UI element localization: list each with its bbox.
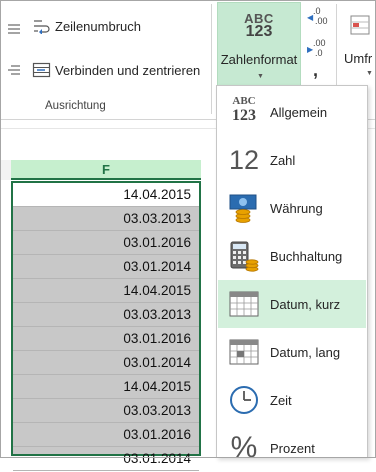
menu-item-label: Währung bbox=[270, 200, 323, 216]
chevron-down-icon: ▼ bbox=[257, 73, 264, 80]
chevron-down-icon: ▼ bbox=[366, 70, 373, 77]
comma-style-button[interactable]: , bbox=[313, 60, 318, 81]
cell-f10[interactable]: 03.03.2013 bbox=[13, 399, 199, 423]
group-separator bbox=[211, 4, 212, 114]
increase-decimal-button[interactable]: .0 .00 ◀ bbox=[307, 6, 329, 30]
arrow-left-icon: ◀ bbox=[307, 13, 314, 22]
menu-item-percent[interactable]: % Prozent bbox=[218, 424, 366, 472]
merge-center-icon bbox=[32, 62, 52, 78]
column-header-e[interactable] bbox=[0, 160, 11, 180]
cell-f3[interactable]: 03.01.2016 bbox=[13, 231, 199, 255]
menu-item-general[interactable]: ABC 123 Allgemein bbox=[218, 88, 366, 136]
number-format-label: Zahlenformat bbox=[220, 52, 298, 67]
selected-range[interactable]: 14.04.2015 03.03.2013 03.01.2016 03.01.2… bbox=[11, 181, 201, 471]
align-right-lines-icon bbox=[6, 63, 22, 82]
calendar-long-icon bbox=[228, 336, 260, 368]
number-12-icon: 12 bbox=[228, 144, 260, 176]
clock-icon bbox=[228, 384, 260, 416]
arrow-right-icon: ▶ bbox=[307, 45, 314, 54]
decrease-decimal-button[interactable]: .00 .0 ▶ bbox=[307, 38, 329, 62]
cell-f7[interactable]: 03.01.2016 bbox=[13, 327, 199, 351]
menu-item-label: Datum, lang bbox=[270, 344, 341, 360]
menu-item-date-long[interactable]: Datum, lang bbox=[218, 328, 366, 376]
menu-item-label: Buchhaltung bbox=[270, 248, 343, 264]
menu-item-time[interactable]: Zeit bbox=[218, 376, 366, 424]
group-label-alignment: Ausrichtung bbox=[45, 100, 106, 112]
number-format-icon-123: 123 bbox=[245, 23, 273, 40]
menu-item-date-short[interactable]: Datum, kurz bbox=[218, 280, 366, 328]
merge-center-label: Verbinden und zentrieren bbox=[55, 62, 201, 78]
percent-icon: % bbox=[228, 432, 260, 464]
number-format-dropdown: ABC 123 Allgemein 12 Zahl Währung Buchha… bbox=[216, 85, 368, 464]
menu-item-number[interactable]: 12 Zahl bbox=[218, 136, 366, 184]
wrap-text-icon bbox=[32, 18, 52, 35]
menu-item-label: Prozent bbox=[270, 440, 315, 456]
align-lines-icon bbox=[6, 22, 22, 41]
menu-item-label: Allgemein bbox=[270, 104, 328, 120]
column-header-f[interactable]: F bbox=[11, 160, 201, 180]
accounting-calculator-icon bbox=[228, 240, 260, 272]
cell-f12[interactable]: 03.01.2014 bbox=[13, 447, 199, 471]
cell-f9[interactable]: 14.04.2015 bbox=[13, 375, 199, 399]
abc-icon-text: ABC bbox=[232, 95, 256, 107]
wrap-text-label: Zeilenumbruch bbox=[55, 18, 141, 34]
num-icon-text: 123 bbox=[232, 107, 256, 124]
currency-icon bbox=[228, 192, 260, 224]
wrap-text-button[interactable]: Zeilenumbruch bbox=[32, 14, 141, 38]
abc-123-icon: ABC 123 bbox=[228, 96, 260, 128]
conditional-format-icon bbox=[349, 14, 371, 36]
percent-icon-text: % bbox=[230, 431, 258, 464]
menu-item-label: Zeit bbox=[270, 392, 292, 408]
cell-f8[interactable]: 03.01.2014 bbox=[13, 351, 199, 375]
cell-f1[interactable]: 14.04.2015 bbox=[13, 183, 199, 207]
conditional-format-button[interactable]: Umfr bbox=[344, 51, 372, 66]
cell-f6[interactable]: 03.03.2013 bbox=[13, 303, 199, 327]
number-icon-text: 12 bbox=[228, 145, 260, 175]
cell-f5[interactable]: 14.04.2015 bbox=[13, 279, 199, 303]
menu-item-label: Zahl bbox=[270, 152, 296, 168]
cell-f2[interactable]: 03.03.2013 bbox=[13, 207, 199, 231]
merge-center-button[interactable]: Verbinden und zentrieren bbox=[32, 58, 200, 82]
number-format-button[interactable]: ABC 123 Zahlenformat ▼ bbox=[217, 2, 301, 86]
menu-item-currency[interactable]: Währung bbox=[218, 184, 366, 232]
menu-item-label: Datum, kurz bbox=[270, 296, 341, 312]
menu-item-accounting[interactable]: Buchhaltung bbox=[218, 232, 366, 280]
cell-f11[interactable]: 03.01.2016 bbox=[13, 423, 199, 447]
calendar-short-icon bbox=[228, 288, 260, 320]
cell-f4[interactable]: 03.01.2014 bbox=[13, 255, 199, 279]
